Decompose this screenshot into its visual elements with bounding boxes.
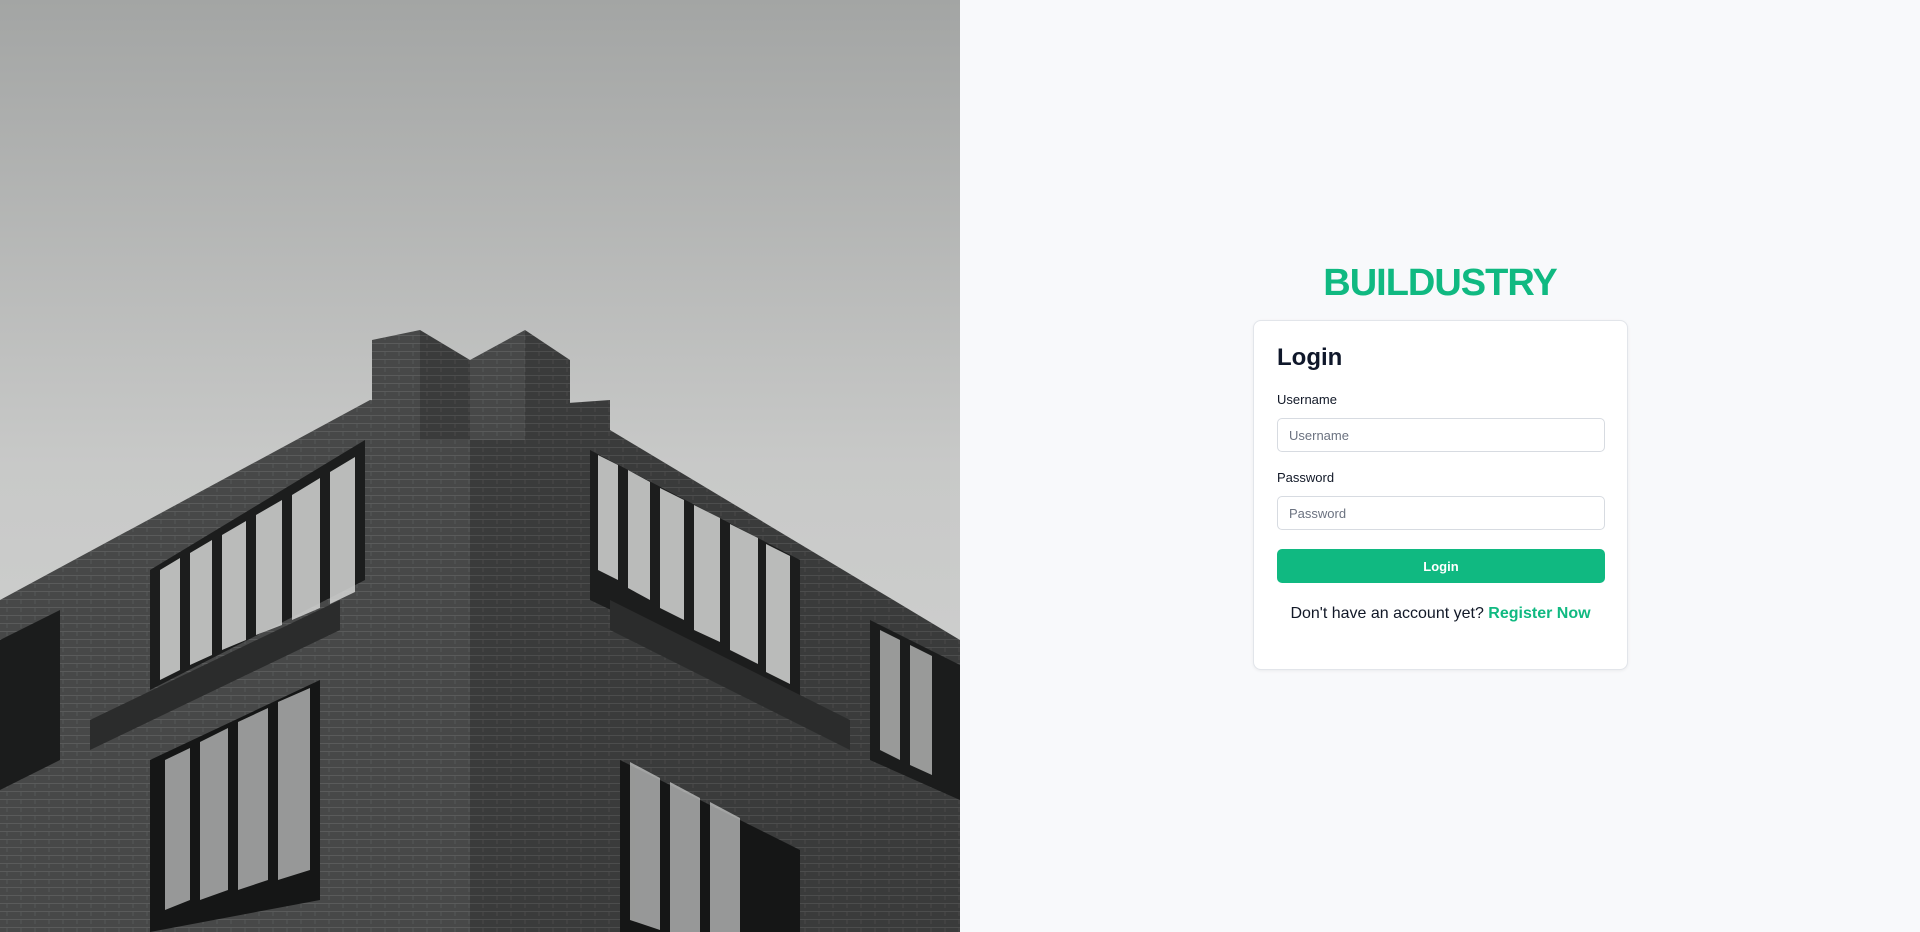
password-label: Password xyxy=(1277,470,1335,485)
login-panel: BUILDUSTRY Login Username Password Login… xyxy=(960,0,1920,932)
login-card: Login Username Password Login Don't have… xyxy=(1253,320,1628,670)
login-button[interactable]: Login xyxy=(1277,549,1605,583)
hero-building-image xyxy=(0,0,960,932)
username-input[interactable] xyxy=(1277,418,1605,452)
login-title: Login xyxy=(1277,344,1343,371)
building-photo xyxy=(0,0,960,932)
brand-logo: BUILDUSTRY xyxy=(1323,262,1557,304)
username-label: Username xyxy=(1277,392,1337,407)
password-input[interactable] xyxy=(1277,496,1605,530)
register-prompt-line: Don't have an account yet? Register Now xyxy=(1277,605,1604,623)
register-prompt-text: Don't have an account yet? xyxy=(1290,605,1484,622)
register-now-link[interactable]: Register Now xyxy=(1488,605,1590,622)
